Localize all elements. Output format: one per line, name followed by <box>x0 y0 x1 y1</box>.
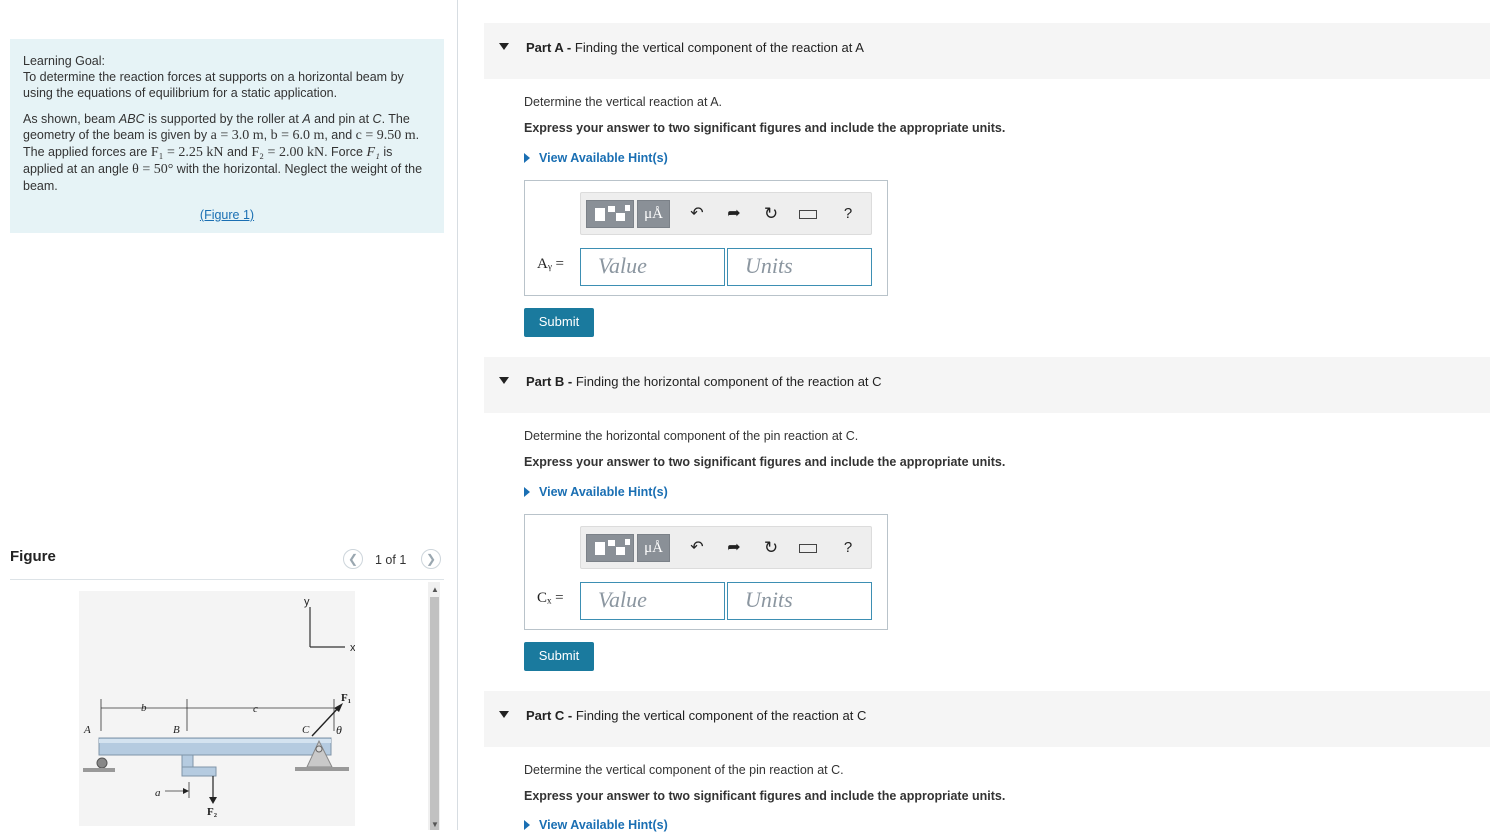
f1-value: F₁ = 2.25 kN <box>150 145 224 160</box>
f2-label: F₂ <box>207 806 218 818</box>
c-dim-label: c <box>253 703 258 715</box>
collapse-triangle-icon[interactable] <box>499 43 509 50</box>
problem-statement: As shown, beam ABC is supported by the r… <box>23 112 423 193</box>
y-axis-label: y <box>304 596 310 608</box>
part-b-prompt: Determine the horizontal component of th… <box>524 429 859 443</box>
part-title: Finding the vertical component of the re… <box>574 40 864 55</box>
beam-figure: y x b c A B C F₂ a F₁ θ <box>79 591 356 826</box>
units-icon[interactable]: μÅ <box>637 200 670 228</box>
collapse-triangle-icon[interactable] <box>499 377 509 384</box>
statement-text: . Force <box>324 145 367 159</box>
part-a-hint-toggle[interactable]: View Available Hint(s) <box>524 151 668 165</box>
f1-label: F₁ <box>341 692 351 704</box>
redo-icon[interactable]: ➦ <box>724 534 744 562</box>
hint-label: View Available Hint(s) <box>539 151 668 165</box>
theta-label: θ <box>336 723 342 737</box>
part-a-heading: Part A - Finding the vertical component … <box>526 40 864 55</box>
statement-text: and pin at <box>310 112 373 126</box>
part-a-submit-button[interactable]: Submit <box>524 308 594 337</box>
figure-counter: 1 of 1 <box>375 553 407 567</box>
reset-icon[interactable]: ↻ <box>761 200 781 228</box>
figure-prev-button[interactable]: ❮ <box>343 549 363 569</box>
part-b-header[interactable]: Part B - Finding the horizontal componen… <box>484 357 1490 413</box>
figure-scroll-thumb[interactable] <box>430 597 439 830</box>
math-toolbar: μÅ ↶ ➦ ↻ ? <box>580 192 872 235</box>
c-value: c = 9.50 m <box>355 128 416 143</box>
value-input[interactable]: Value <box>580 248 725 286</box>
value-input[interactable]: Value <box>580 582 725 620</box>
b-dim-label: b <box>141 702 147 714</box>
part-a-prompt: Determine the vertical reaction at A. <box>524 95 723 109</box>
theta-value: θ = 50° <box>132 162 174 177</box>
reset-icon[interactable]: ↻ <box>761 534 781 562</box>
figure-next-button[interactable]: ❯ <box>421 549 441 569</box>
a-dim-label: a <box>155 787 161 799</box>
scroll-down-icon[interactable]: ▼ <box>431 820 439 829</box>
help-icon[interactable]: ? <box>838 200 858 228</box>
a-value: a = 3.0 m <box>210 128 264 143</box>
part-c-instruction: Express your answer to two significant f… <box>524 789 1006 803</box>
point-b-label: B <box>173 724 180 736</box>
statement-text: and <box>223 145 248 159</box>
collapse-triangle-icon[interactable] <box>499 711 509 718</box>
units-input[interactable]: Units <box>727 582 872 620</box>
answer-variable-label: Aᵧ = <box>537 256 565 272</box>
part-a-header[interactable]: Part A - Finding the vertical component … <box>484 23 1490 79</box>
statement-text: As shown, beam <box>23 112 119 126</box>
part-label: Part C - <box>526 708 573 723</box>
units-input[interactable]: Units <box>727 248 872 286</box>
point-c-label: C <box>302 724 310 736</box>
keyboard-icon[interactable] <box>797 200 819 228</box>
part-title: Finding the horizontal component of the … <box>575 374 882 389</box>
part-c-header[interactable]: Part C - Finding the vertical component … <box>484 691 1490 747</box>
learning-goal-title: Learning Goal: <box>23 54 106 68</box>
statement-text: is supported by the roller at <box>144 112 303 126</box>
templates-icon[interactable] <box>586 534 634 562</box>
pane-divider[interactable] <box>457 0 458 830</box>
templates-icon[interactable] <box>586 200 634 228</box>
part-c-prompt: Determine the vertical component of the … <box>524 763 844 777</box>
beam-diagram: y x b c A B C F₂ a F₁ θ <box>83 596 356 818</box>
part-b-submit-button[interactable]: Submit <box>524 642 594 671</box>
figure-link[interactable]: (Figure 1) <box>200 208 254 222</box>
expand-triangle-icon <box>524 487 530 497</box>
pin-point: C <box>372 112 382 126</box>
part-b-answer-box: μÅ ↶ ➦ ↻ ? Cₓ = Value Units <box>524 514 888 630</box>
point-a-label: A <box>83 724 91 736</box>
help-icon[interactable]: ? <box>838 534 858 562</box>
learning-goal-intro: To determine the reaction forces at supp… <box>23 70 404 100</box>
part-a-instruction: Express your answer to two significant f… <box>524 121 1006 135</box>
part-b-instruction: Express your answer to two significant f… <box>524 455 1006 469</box>
x-axis-label: x <box>350 642 355 654</box>
statement-text: , and <box>324 128 353 142</box>
undo-icon[interactable]: ↶ <box>687 534 707 562</box>
b-value: b = 6.0 m <box>270 128 325 143</box>
hint-label: View Available Hint(s) <box>539 485 668 499</box>
undo-icon[interactable]: ↶ <box>687 200 707 228</box>
roller-point: A <box>302 112 311 126</box>
part-c-heading: Part C - Finding the vertical component … <box>526 708 866 723</box>
f1-symbol: F₁ <box>366 145 380 160</box>
beam-name: ABC <box>118 112 145 126</box>
scroll-up-icon[interactable]: ▲ <box>431 585 439 594</box>
keyboard-icon[interactable] <box>797 534 819 562</box>
expand-triangle-icon <box>524 820 530 830</box>
expand-triangle-icon <box>524 153 530 163</box>
part-a-answer-box: μÅ ↶ ➦ ↻ ? Aᵧ = Value Units <box>524 180 888 296</box>
part-title: Finding the vertical component of the re… <box>575 708 867 723</box>
part-label: Part A - <box>526 40 572 55</box>
f2-value: F₂ = 2.00 kN <box>251 145 325 160</box>
units-icon[interactable]: μÅ <box>637 534 670 562</box>
figure-header: Figure ❮ 1 of 1 ❯ <box>10 545 444 580</box>
figure-title: Figure <box>10 548 56 565</box>
math-toolbar: μÅ ↶ ➦ ↻ ? <box>580 526 872 569</box>
part-label: Part B - <box>526 374 573 389</box>
redo-icon[interactable]: ➦ <box>724 200 744 228</box>
part-b-heading: Part B - Finding the horizontal componen… <box>526 374 882 389</box>
part-b-hint-toggle[interactable]: View Available Hint(s) <box>524 485 668 499</box>
learning-goal-panel: Learning Goal: To determine the reaction… <box>10 39 444 233</box>
answer-variable-label: Cₓ = <box>537 590 564 606</box>
